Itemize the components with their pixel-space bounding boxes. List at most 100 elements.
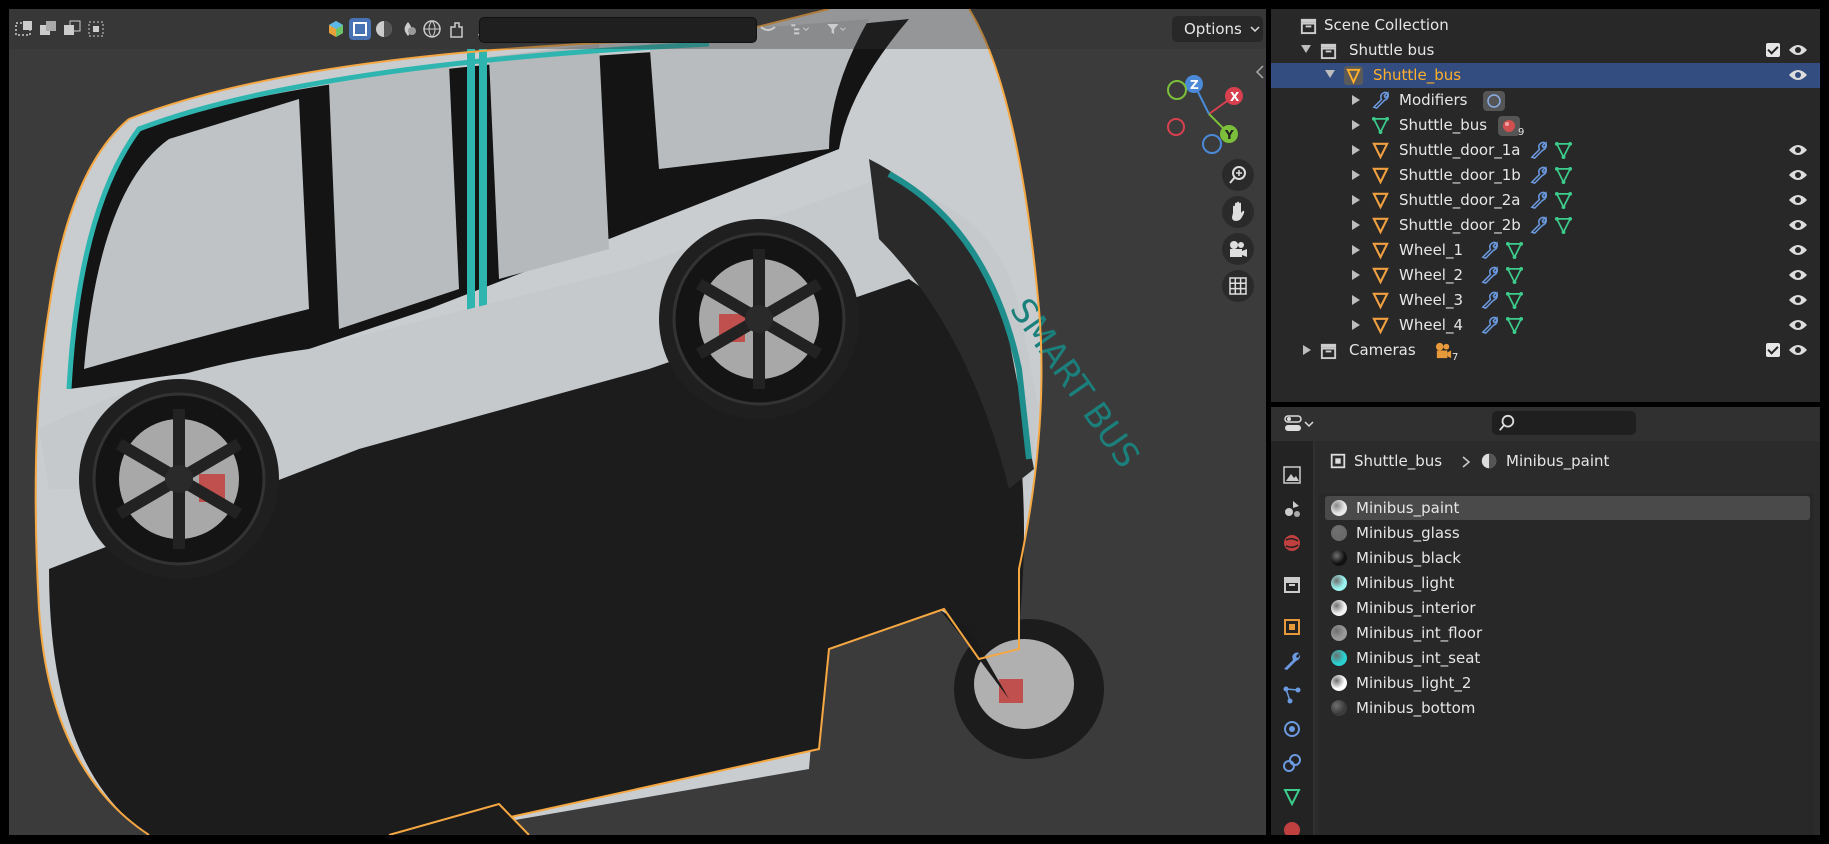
expand-toggle-icon[interactable] — [1352, 270, 1360, 280]
expand-toggle-icon[interactable] — [1352, 95, 1360, 105]
select-box-icon[interactable] — [13, 18, 35, 40]
gizmo-neg-x[interactable] — [1167, 118, 1185, 136]
output-tab-icon[interactable] — [1281, 464, 1303, 486]
outliner-row-shuttle-door-1b[interactable]: Shuttle_door_1b — [1271, 163, 1820, 188]
material-slot[interactable]: Minibus_light_2 — [1325, 671, 1810, 695]
outliner-row-scene-collection[interactable]: Scene Collection — [1271, 13, 1820, 38]
material-slot-list[interactable]: Minibus_paint Minibus_glass Minibus_blac… — [1319, 493, 1814, 835]
physics-tab-icon[interactable] — [1281, 718, 1303, 740]
material-preview-icon — [1331, 525, 1347, 541]
select-intersect-icon[interactable] — [85, 18, 107, 40]
expand-toggle-icon[interactable] — [1352, 245, 1360, 255]
mesh-data-icon — [1505, 316, 1524, 335]
solid-shading-icon[interactable] — [349, 18, 371, 40]
data-tab-icon[interactable] — [1281, 786, 1303, 808]
outliner-row-shuttle-bus-collection[interactable]: Shuttle bus — [1271, 38, 1820, 63]
constraints-tab-icon[interactable] — [1281, 752, 1303, 774]
outliner-row-wheel-1[interactable]: Wheel_1 — [1271, 238, 1820, 263]
filter-funnel-icon[interactable] — [819, 18, 853, 40]
pan-button[interactable] — [1222, 196, 1254, 228]
expand-toggle-icon[interactable] — [1325, 70, 1335, 78]
eye-icon[interactable] — [1788, 317, 1808, 333]
outliner-row-shuttle-door-2b[interactable]: Shuttle_door_2b — [1271, 213, 1820, 238]
object-icon — [1330, 453, 1346, 469]
expand-toggle-icon[interactable] — [1301, 45, 1311, 53]
material-slot[interactable]: Minibus_int_seat — [1325, 646, 1810, 670]
material-slot[interactable]: Minibus_glass — [1325, 521, 1810, 545]
select-subtract-icon[interactable] — [61, 18, 83, 40]
modifier-tab-icon[interactable] — [1281, 650, 1303, 672]
material-preview-icon — [1331, 675, 1347, 691]
world-icon[interactable] — [421, 18, 443, 40]
eye-icon[interactable] — [1788, 217, 1808, 233]
3d-viewport[interactable]: SMART BUS Options X Z Y — [9, 9, 1266, 835]
eye-icon[interactable] — [1788, 267, 1808, 283]
gizmo-neg-z[interactable] — [1202, 134, 1222, 154]
eye-icon[interactable] — [1788, 242, 1808, 258]
expand-toggle-icon[interactable] — [1352, 145, 1360, 155]
outliner-row-shuttle-door-1a[interactable]: Shuttle_door_1a — [1271, 138, 1820, 163]
material-preview-shading-icon[interactable] — [373, 18, 395, 40]
collection-tab-icon[interactable] — [1281, 574, 1303, 596]
material-slot[interactable]: Minibus_light — [1325, 571, 1810, 595]
rendered-shading-icon[interactable] — [397, 18, 419, 40]
eye-icon[interactable] — [1788, 142, 1808, 158]
expand-toggle-icon[interactable] — [1352, 195, 1360, 205]
exclude-checkbox[interactable] — [1766, 43, 1780, 57]
expand-toggle-icon[interactable] — [1352, 295, 1360, 305]
outliner-row-cameras-collection[interactable]: Cameras 7 — [1271, 338, 1820, 363]
eye-icon[interactable] — [1788, 67, 1808, 83]
object-tab-icon[interactable] — [1281, 616, 1303, 638]
expand-toggle-icon[interactable] — [1303, 345, 1311, 355]
expand-toggle-icon[interactable] — [1352, 320, 1360, 330]
material-slot[interactable]: Minibus_bottom — [1325, 696, 1810, 720]
material-preview-icon — [1331, 550, 1347, 566]
mesh-data-icon — [1554, 216, 1573, 235]
outliner-row-shuttle-bus-mesh[interactable]: Shuttle_bus 9 — [1271, 113, 1820, 138]
eye-icon[interactable] — [1788, 192, 1808, 208]
expand-toggle-icon[interactable] — [1352, 120, 1360, 130]
world-tab-icon[interactable] — [1281, 532, 1303, 554]
outliner-row-wheel-4[interactable]: Wheel_4 — [1271, 313, 1820, 338]
window-pane-3 — [489, 44, 609, 279]
material-slot[interactable]: Minibus_interior — [1325, 596, 1810, 620]
navigation-gizmo[interactable]: X Z Y — [1159, 64, 1266, 164]
collection-icon — [1300, 18, 1317, 35]
outliner-row-shuttle-door-2a[interactable]: Shuttle_door_2a — [1271, 188, 1820, 213]
object-type-visibility-icon[interactable] — [325, 18, 347, 40]
gizmo-x-label: X — [1230, 90, 1240, 104]
gizmo-neg-y[interactable] — [1167, 80, 1187, 100]
particles-tab-icon[interactable] — [1281, 684, 1303, 706]
eye-icon[interactable] — [1788, 292, 1808, 308]
scene-tab-icon[interactable] — [1281, 498, 1303, 520]
eye-icon[interactable] — [1788, 167, 1808, 183]
outliner-row-wheel-2[interactable]: Wheel_2 — [1271, 263, 1820, 288]
outliner-row-modifiers[interactable]: Modifiers — [1271, 88, 1820, 113]
bus-scene[interactable]: SMART BUS — [9, 9, 1266, 835]
viewport-search-input[interactable] — [479, 17, 757, 43]
material-tab-icon[interactable] — [1281, 819, 1303, 835]
properties-search-input[interactable] — [1492, 411, 1636, 435]
options-button[interactable]: Options — [1172, 16, 1263, 42]
scene-lights-icon[interactable] — [445, 18, 467, 40]
outliner-row-label: Shuttle_bus — [1373, 66, 1462, 84]
material-slot[interactable]: Minibus_int_floor — [1325, 621, 1810, 645]
eye-icon[interactable] — [1788, 42, 1808, 58]
editor-type-icon[interactable] — [1283, 413, 1317, 435]
eye-icon[interactable] — [1788, 342, 1808, 358]
ortho-toggle-button[interactable] — [1222, 270, 1254, 302]
material-slot[interactable]: Minibus_paint — [1325, 496, 1810, 520]
filter-collapse-icon[interactable] — [757, 18, 779, 40]
expand-toggle-icon[interactable] — [1352, 170, 1360, 180]
expand-toggle-icon[interactable] — [1352, 220, 1360, 230]
select-extend-icon[interactable] — [37, 18, 59, 40]
display-filter-icon[interactable] — [784, 18, 816, 40]
exclude-checkbox[interactable] — [1766, 343, 1780, 357]
material-slot[interactable]: Minibus_black — [1325, 546, 1810, 570]
zoom-button[interactable] — [1222, 159, 1254, 191]
outliner-row-wheel-3[interactable]: Wheel_3 — [1271, 288, 1820, 313]
mesh-object-icon — [1372, 217, 1389, 235]
outliner-row-shuttle-bus-object[interactable]: Shuttle_bus — [1271, 63, 1820, 88]
wrench-icon — [1530, 166, 1548, 184]
camera-view-button[interactable] — [1222, 233, 1254, 265]
